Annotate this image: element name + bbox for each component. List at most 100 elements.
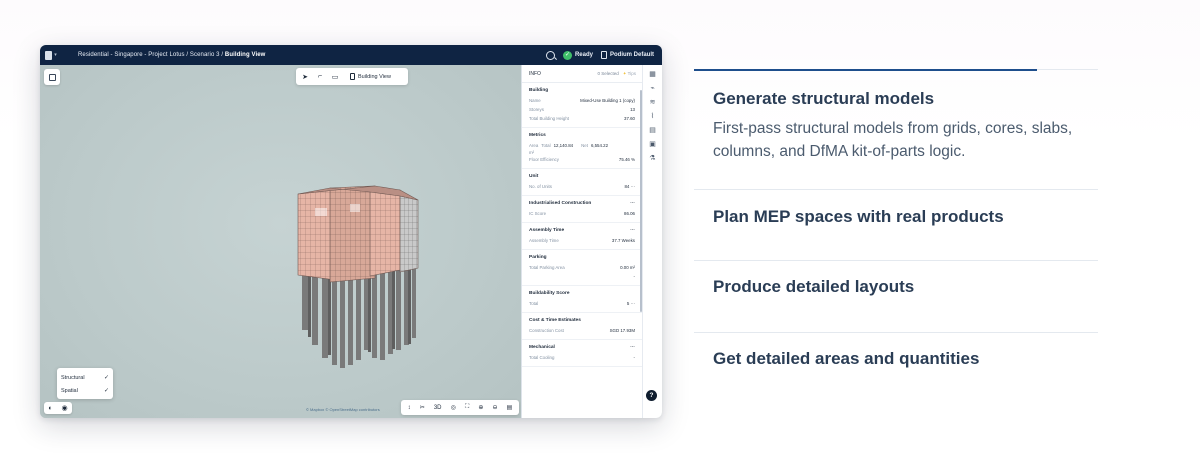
app-logo-menu[interactable]: ▾ xyxy=(40,45,62,65)
layer-toggle-spatial[interactable]: Spatial ✓ xyxy=(61,384,109,397)
feature-progress-bar xyxy=(694,69,1038,71)
assembly-time-value: 37.7 Weeks xyxy=(611,238,635,243)
top-bar: ▾ Residential - Singapore - Project Lotu… xyxy=(40,45,662,65)
keyboard-icon[interactable]: ▤ xyxy=(507,404,513,411)
help-button[interactable]: ? xyxy=(646,390,657,401)
buildability-value: 5 xyxy=(626,301,630,306)
tips-button[interactable]: ✦ Tips xyxy=(623,71,636,77)
podium-selector[interactable]: Podium Default xyxy=(600,51,654,59)
zoom-out-icon[interactable]: ⊖ xyxy=(493,404,498,411)
top-bar-actions: ✓ Ready Podium Default xyxy=(545,45,654,65)
unit-section: Unit No. of Units 84 ··· xyxy=(522,169,642,196)
status-label: Ready xyxy=(574,52,593,58)
layers-icon[interactable]: ≋ xyxy=(649,99,657,107)
field-label: Floor Efficiency xyxy=(529,157,559,162)
panel-icon xyxy=(48,73,56,81)
section-title: Building xyxy=(529,88,549,93)
breadcrumb-current: Building View xyxy=(224,52,266,58)
building-view-toggle[interactable]: Building View xyxy=(350,73,391,80)
section-title: Assembly Time xyxy=(529,228,565,233)
field-label: Storeys xyxy=(529,107,544,112)
building-name-value[interactable]: Mixed-Use Building 1 (copy) xyxy=(580,98,635,103)
view-toolbar: ➤ ⌐ ▭ Building View xyxy=(296,68,408,85)
more-icon[interactable]: ··· xyxy=(630,201,635,206)
document-icon xyxy=(600,51,607,59)
breadcrumb-path[interactable]: Residential - Singapore - Project Lotus … xyxy=(78,52,225,58)
section-title: Cost & Time Estimates xyxy=(529,318,581,323)
parking-section: Parking Total Parking Area 0.00 m² - xyxy=(522,250,642,286)
zoom-in-icon[interactable]: ⊕ xyxy=(478,404,483,411)
more-icon[interactable]: ··· xyxy=(631,301,635,306)
viewport-controls: ↕ ✂ 3D ◎ ⛶ ⊕ ⊖ ▤ xyxy=(401,400,519,415)
construction-cost-value: SGD 17.93M xyxy=(609,328,635,333)
measure-icon[interactable]: ⌐ xyxy=(316,73,324,81)
field-label: Net xyxy=(581,143,588,148)
feature-title: Produce detailed layouts xyxy=(713,277,915,296)
layer-tools: ◐ ◉ xyxy=(44,402,72,414)
info-panel-header: INFO 0 Selected ✦ Tips xyxy=(522,65,642,83)
chart-icon[interactable]: ⌇ xyxy=(649,113,657,121)
more-icon[interactable]: ··· xyxy=(630,345,635,350)
building-section: Building Name Mixed-Use Building 1 (copy)… xyxy=(522,83,642,128)
feature-list: Generate structural models First-pass st… xyxy=(694,69,1098,402)
section-title: Unit xyxy=(529,174,539,179)
floor-efficiency-value: 75.46 % xyxy=(618,157,635,162)
feature-item-structural[interactable]: Generate structural models First-pass st… xyxy=(694,69,1098,189)
selection-count: 0 Selected xyxy=(597,70,619,76)
status-badge: ✓ Ready xyxy=(562,50,593,60)
sidebar-toggle-button[interactable] xyxy=(44,69,60,85)
layer-label: Spatial xyxy=(61,387,78,394)
section-title: Industrialised Construction xyxy=(529,201,592,206)
calculator-icon[interactable]: ▤ xyxy=(649,127,657,135)
fit-view-icon[interactable]: ⛶ xyxy=(465,404,469,411)
compass-icon[interactable]: ◎ xyxy=(451,404,456,411)
feature-title: Get detailed areas and quantities xyxy=(713,349,980,368)
flask-icon[interactable]: ⚗ xyxy=(649,155,657,163)
layer-toggle-structural[interactable]: Structural ✓ xyxy=(61,371,109,384)
more-icon[interactable]: ··· xyxy=(631,184,635,189)
eye-icon[interactable]: ◉ xyxy=(61,404,67,412)
view-3d-toggle[interactable]: 3D xyxy=(434,405,442,411)
field-label: Area xyxy=(529,143,539,148)
feature-item-layouts[interactable]: Produce detailed layouts xyxy=(694,260,1098,332)
3d-viewport[interactable]: ➤ ⌐ ▭ Building View Structural ✓ Spatial… xyxy=(40,65,521,418)
app-logo-icon xyxy=(45,50,53,60)
industrialised-section: Industrialised Construction ··· IC Score 8… xyxy=(522,196,642,223)
feature-description: First-pass structural models from grids,… xyxy=(713,120,1073,160)
page: ▾ Residential - Singapore - Project Lotu… xyxy=(0,0,1200,474)
feature-item-quantities[interactable]: Get detailed areas and quantities xyxy=(694,332,1098,402)
area-total-value: 12,140.84 xyxy=(553,143,574,148)
parking-area-value: 0.00 m² xyxy=(620,265,635,270)
bookmark-icon xyxy=(350,73,355,80)
ic-score-value: 86.06 xyxy=(624,211,635,216)
map-attribution[interactable]: © Mapbox © OpenStreetMap contributors xyxy=(306,407,380,412)
select-cursor-icon[interactable]: ➤ xyxy=(301,73,309,81)
layer-label: Structural xyxy=(61,374,85,381)
comment-icon[interactable]: ▭ xyxy=(331,73,339,81)
total-cooling-value: - xyxy=(633,355,635,360)
tag-icon[interactable]: ⌁ xyxy=(649,85,657,93)
field-label: Total Building Height xyxy=(529,116,570,121)
checkmark-icon: ✓ xyxy=(103,375,109,381)
feature-item-mep[interactable]: Plan MEP spaces with real products xyxy=(694,189,1098,260)
section-title: Mechanical xyxy=(529,345,555,350)
vertical-drag-icon[interactable]: ↕ xyxy=(408,405,411,411)
app-window: ▾ Residential - Singapore - Project Lotu… xyxy=(40,45,662,418)
right-tool-rail: ▦ ⌁ ≋ ⌇ ▤ ▣ ⚗ xyxy=(642,65,662,418)
parking-extra-value: - xyxy=(633,274,635,279)
layout-icon[interactable]: ▦ xyxy=(649,71,657,79)
moon-icon[interactable]: ◐ xyxy=(48,405,52,412)
field-label: Total xyxy=(529,301,539,306)
podium-label: Podium Default xyxy=(609,52,654,58)
building-model[interactable] xyxy=(240,150,430,375)
feature-title: Plan MEP spaces with real products xyxy=(713,207,1004,226)
feature-title: Generate structural models xyxy=(713,89,935,108)
cost-section: Cost & Time Estimates Construction Cost S… xyxy=(522,313,642,340)
scissors-icon[interactable]: ✂ xyxy=(420,404,425,411)
more-icon[interactable]: ··· xyxy=(630,228,635,233)
calendar-icon[interactable]: ▣ xyxy=(649,141,657,149)
building-facade xyxy=(297,185,419,283)
building-view-label: Building View xyxy=(358,73,391,80)
section-title: Metrics xyxy=(529,133,546,138)
search-icon[interactable] xyxy=(545,50,555,60)
